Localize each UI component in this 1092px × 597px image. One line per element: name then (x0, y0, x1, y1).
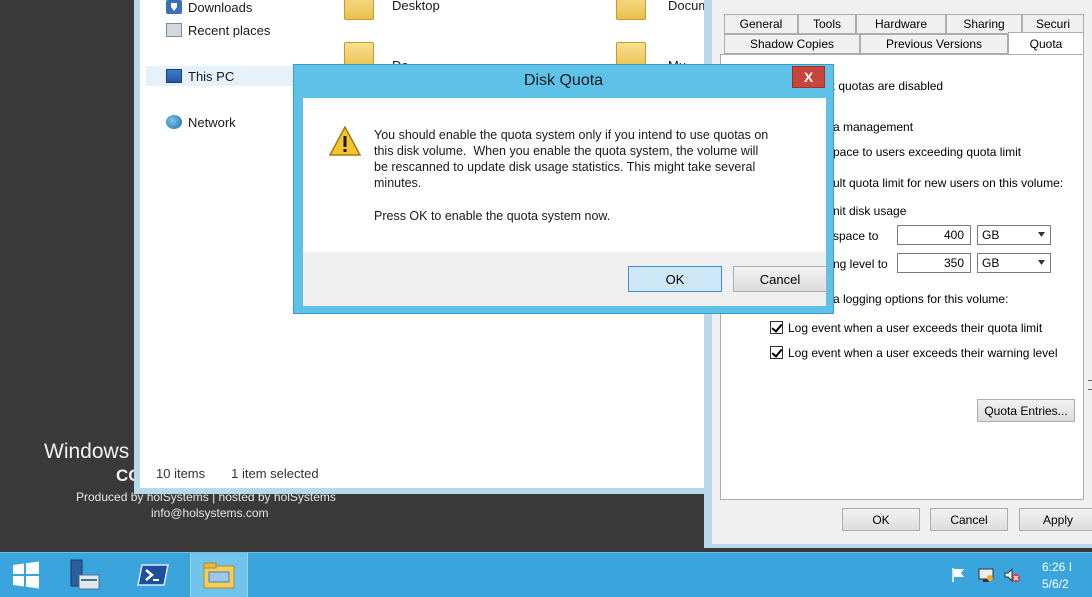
recent-places-icon (166, 23, 182, 37)
dialog-message-line: You should enable the quota system only … (374, 128, 769, 142)
dialog-title: Disk Quota (523, 72, 604, 89)
nav-label: This PC (188, 68, 235, 84)
flag-icon[interactable] (950, 567, 966, 583)
tab-hardware[interactable]: Hardware (856, 14, 946, 34)
nav-item-this-pc[interactable]: This PC (146, 66, 316, 86)
brand-title: Windows (44, 440, 130, 463)
server-manager-icon (70, 559, 100, 590)
dialog-message-line: this disk volume. When you enable the qu… (374, 144, 759, 158)
nav-item-downloads[interactable]: Downloads (166, 0, 252, 17)
folder-icon[interactable] (344, 0, 374, 20)
tab-previous-versions[interactable]: Previous Versions (860, 34, 1008, 54)
cancel-button[interactable]: Cancel (733, 266, 827, 292)
log-warning-label[interactable]: Log event when a user exceeds their warn… (788, 346, 1058, 360)
warning-level-label: ng level to (833, 257, 888, 271)
powershell-button[interactable] (128, 553, 178, 597)
tab-shadow-copies[interactable]: Shadow Copies (724, 34, 860, 54)
nav-label: Network (188, 114, 236, 130)
chevron-down-icon (1038, 260, 1045, 265)
tab-tools[interactable]: Tools (798, 14, 856, 34)
quota-status-text: k quotas are disabled (829, 79, 944, 93)
windows-logo-icon (13, 561, 39, 589)
downloads-icon (166, 0, 182, 14)
warning-value-input[interactable]: 350 (897, 253, 971, 273)
limit-unit-value: GB (982, 228, 1000, 242)
item-count: 10 items (156, 465, 206, 481)
navigation-pane: Downloads Recent places This PC Network (140, 0, 316, 456)
folder-icon[interactable] (616, 0, 646, 20)
quota-entries-button[interactable]: Quota Entries... (977, 399, 1075, 422)
tab-sharing[interactable]: Sharing (946, 14, 1022, 34)
start-button[interactable] (6, 553, 46, 597)
dialog-message-line: be rescanned to update disk usage statis… (374, 160, 756, 174)
contact-email: info@holsystems.com (151, 506, 269, 520)
properties-ok-button[interactable]: OK (842, 508, 920, 531)
dialog-content: You should enable the quota system only … (303, 98, 826, 252)
quota-management-text: a management (833, 120, 914, 134)
folder-desktop-label[interactable]: Desktop (392, 0, 440, 13)
selection-count: 1 item selected (231, 465, 319, 481)
tab-general[interactable]: General (724, 14, 798, 34)
clock-date: 5/6/2 (1042, 577, 1069, 591)
chevron-down-icon (1038, 232, 1045, 237)
nav-item-recent-places[interactable]: Recent places (166, 20, 270, 40)
ok-button[interactable]: OK (628, 266, 722, 292)
file-explorer-taskbar-button[interactable] (190, 553, 248, 597)
status-bar: 10 items 1 item selected (140, 460, 706, 486)
dialog-prompt: Press OK to enable the quota system now. (374, 209, 611, 223)
nav-label: Recent places (188, 22, 271, 38)
logging-options-text: a logging options for this volume: (833, 292, 1009, 306)
deny-space-text: pace to users exceeding quota limit (833, 145, 1022, 159)
properties-cancel-button[interactable]: Cancel (930, 508, 1008, 531)
log-warning-checkbox[interactable] (770, 346, 783, 359)
volume-muted-icon[interactable] (1004, 567, 1020, 583)
warning-icon (329, 126, 361, 156)
folder-documents-label[interactable]: Docum (668, 0, 709, 13)
limit-space-label: space to (833, 229, 879, 243)
computer-icon (166, 69, 182, 83)
nav-item-network[interactable]: Network (166, 112, 236, 132)
log-quota-checkbox[interactable] (770, 321, 783, 334)
limit-disk-usage-text: nit disk usage (833, 204, 907, 218)
log-quota-label[interactable]: Log event when a user exceeds their quot… (788, 321, 1042, 335)
network-icon (166, 115, 182, 129)
close-icon: X (803, 69, 814, 85)
scrollbar-grip[interactable] (1088, 380, 1092, 390)
warning-unit-select[interactable]: GB (977, 253, 1051, 273)
clock-time: 6:26 I (1042, 560, 1073, 574)
dialog-message-line: minutes. (374, 176, 422, 190)
powershell-icon (137, 564, 169, 586)
dialog-footer: OK Cancel (303, 252, 827, 306)
tab-quota[interactable]: Quota (1008, 32, 1084, 54)
disk-quota-dialog: Disk Quota X You should enable the quota… (293, 64, 834, 314)
nav-label: Downloads (188, 0, 253, 15)
taskbar: 6:26 I 5/6/2 (0, 552, 1092, 597)
close-button[interactable]: X (792, 66, 825, 88)
network-status-icon[interactable] (978, 567, 994, 583)
warning-unit-value: GB (982, 256, 1000, 270)
properties-apply-button[interactable]: Apply (1019, 508, 1092, 531)
limit-value-input[interactable]: 400 (897, 225, 971, 245)
system-clock[interactable]: 6:26 I 5/6/2 (1042, 559, 1072, 593)
file-explorer-icon (203, 562, 235, 589)
default-limit-text: ult quota limit for new users on this vo… (833, 176, 1064, 190)
tab-security[interactable]: Securi (1022, 14, 1084, 34)
server-manager-button[interactable] (62, 553, 106, 597)
limit-unit-select[interactable]: GB (977, 225, 1051, 245)
